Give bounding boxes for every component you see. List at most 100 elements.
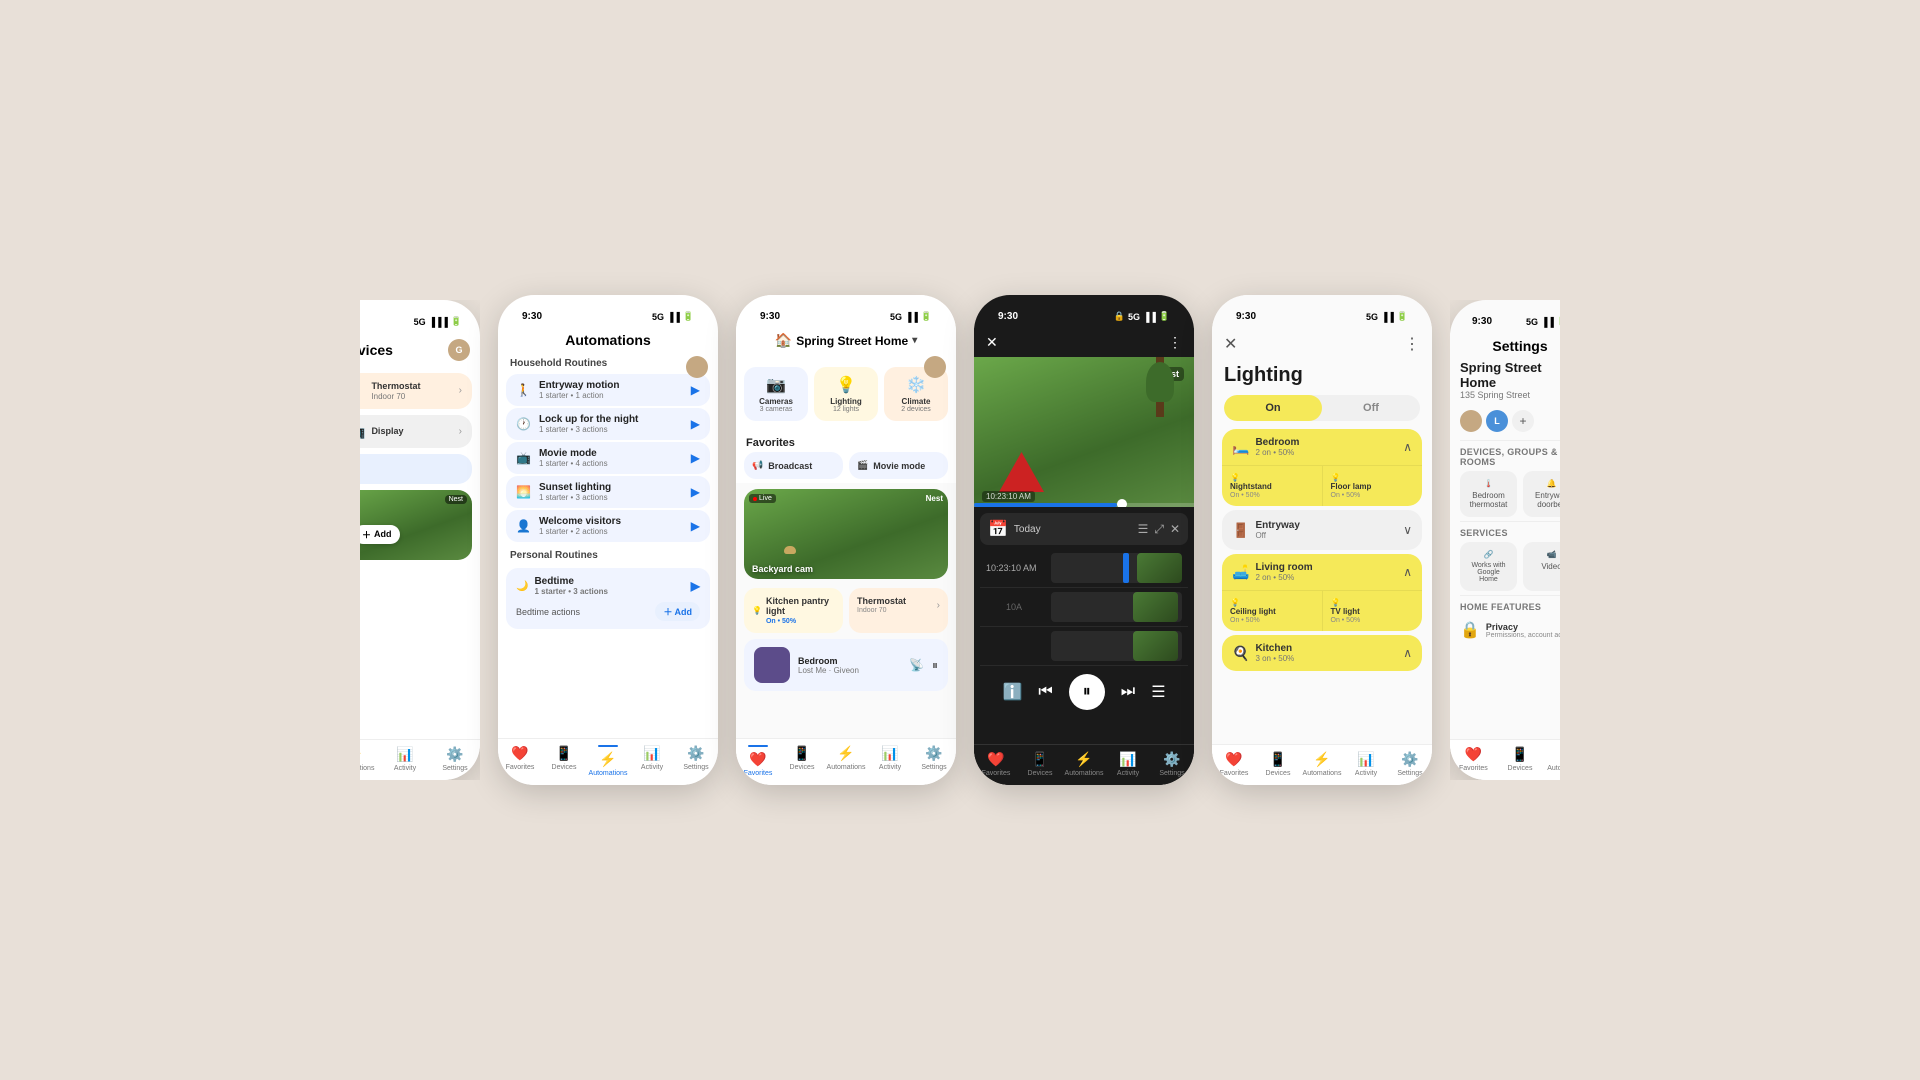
google-home-service[interactable]: 🔗 Works with Google Home [1460, 542, 1517, 591]
nav-settings-1[interactable]: ⚙️ Settings [430, 746, 480, 772]
list-icon[interactable]: ☰ [1138, 522, 1149, 536]
nav-fav-6[interactable]: ❤️ Favorites [1450, 746, 1497, 772]
nav-fav-5[interactable]: ❤️ Favorites [1212, 751, 1256, 777]
routine-movie[interactable]: 📺 Movie mode 1 starter • 4 actions ▶ [506, 442, 710, 474]
bedroom-header[interactable]: 🛏️ Bedroom 2 on • 50% ∧ [1222, 429, 1422, 465]
nav-devices-3[interactable]: 📱 Devices [780, 745, 824, 777]
nav-act-5[interactable]: 📊 Activity [1344, 751, 1388, 777]
floor-lamp-tile[interactable]: 💡 Floor lamp On • 50% [1323, 465, 1423, 506]
playlist-btn[interactable]: ☰ [1151, 682, 1165, 702]
nav-set-4[interactable]: ⚙️ Settings [1150, 751, 1194, 777]
thermostat-card[interactable]: 🌡️ Thermostat Indoor 70 › [338, 373, 472, 409]
bedroom-thermostat-item[interactable]: 🌡️ Bedroom thermostat [1460, 471, 1517, 517]
tv-light-tile[interactable]: 💡 TV light On • 50% [1323, 590, 1423, 631]
pause-icon[interactable]: ⏸ [932, 658, 938, 673]
nav-set-5[interactable]: ⚙️ Settings [1388, 751, 1432, 777]
next-btn[interactable]: ⏭ [1121, 683, 1135, 701]
user-avatar-1[interactable]: G [448, 339, 470, 361]
nav-settings-3[interactable]: ⚙️ Settings [912, 745, 956, 777]
member-avatar-2[interactable]: L [1486, 410, 1508, 432]
nav-fav-4[interactable]: ❤️ Favorites [974, 751, 1018, 777]
nav-activity-2[interactable]: 📊 Activity [630, 745, 674, 777]
nightstand-tile[interactable]: 💡 Nightstand On • 50% [1222, 465, 1323, 506]
kitchen-expand[interactable]: ∧ [1403, 646, 1412, 660]
cameras-chip[interactable]: 📷 Cameras 3 cameras [744, 367, 808, 421]
play-btn-5[interactable]: ▶ [691, 519, 700, 533]
member-avatar-1[interactable] [1460, 410, 1482, 432]
nav-act-4[interactable]: 📊 Activity [1106, 751, 1150, 777]
user-avatar-2[interactable] [686, 356, 708, 378]
play-btn-2[interactable]: ▶ [691, 417, 700, 431]
user-avatar-3[interactable] [924, 356, 946, 378]
off-btn[interactable]: Off [1322, 395, 1420, 421]
timeline-bar[interactable]: 📅 Today ☰ ⤢ ✕ [980, 513, 1188, 545]
entryway-doorbell-item[interactable]: 🔔 Entryway doorbell [1523, 471, 1580, 517]
info-btn[interactable]: ℹ️ [1002, 682, 1022, 702]
broadcast-chip[interactable]: 📢 Broadcast [744, 452, 843, 479]
nav-activity-3[interactable]: 📊 Activity [868, 745, 912, 777]
nav-favorites-2[interactable]: ❤️ Favorites [498, 745, 542, 777]
close-timeline-icon[interactable]: ✕ [1170, 522, 1180, 536]
event-thumb-2[interactable] [1133, 592, 1178, 622]
cast-icon[interactable]: 📡 [909, 658, 924, 673]
dropdown-arrow[interactable]: ▾ [912, 335, 917, 346]
play-btn-bedtime[interactable]: ▶ [691, 579, 700, 593]
kitchen-header[interactable]: 🍳 Kitchen 3 on • 50% ∧ [1222, 635, 1422, 671]
entryway-header[interactable]: 🚪 Entryway Off ∨ [1222, 510, 1422, 550]
nav-auto-5[interactable]: ⚡ Automations [1300, 751, 1344, 777]
nav-dev-4[interactable]: 📱 Devices [1018, 751, 1062, 777]
add-button[interactable]: ＋ Add [354, 525, 400, 544]
movie-chip[interactable]: 🎬 Movie mode [849, 452, 948, 479]
close-btn[interactable]: ✕ [986, 334, 998, 351]
lighting-chip[interactable]: 💡 Lighting 12 lights [814, 367, 878, 421]
nav-auto-6[interactable]: ⚡ Automations [1543, 746, 1590, 772]
living-room-header[interactable]: 🛋️ Living room 2 on • 50% ∧ [1222, 554, 1422, 590]
nav-activity-1[interactable]: 📊 Activity [380, 746, 430, 772]
nav-settings-2[interactable]: ⚙️ Settings [674, 745, 718, 777]
routine-lock[interactable]: 🕐 Lock up for the night 1 starter • 3 ac… [506, 408, 710, 440]
entryway-expand[interactable]: ∨ [1403, 523, 1412, 537]
backyard-cam-card[interactable]: Live Nest Backyard cam [744, 489, 948, 579]
play-btn-3[interactable]: ▶ [691, 451, 700, 465]
play-pause-btn[interactable]: ⏸ [1069, 674, 1105, 710]
home-title[interactable]: Spring Street Home [796, 334, 908, 348]
nav-automations-2[interactable]: ⚡ Automations [586, 745, 630, 777]
music-card[interactable]: Bedroom Lost Me · Giveon 📡 ⏸ [744, 639, 948, 691]
personal-label: Personal Routines [498, 544, 718, 564]
camera-thumb-1[interactable]: Nest ＋ Add [338, 490, 472, 560]
nav-automations-1[interactable]: ⚡ Automations [330, 746, 380, 772]
add-member-btn[interactable]: + [1512, 410, 1534, 432]
lighting-menu[interactable]: ⋮ [1404, 334, 1420, 354]
expand-icon[interactable]: ⤢ [1154, 522, 1164, 537]
event-thumb-3[interactable] [1133, 631, 1178, 661]
living-room-expand[interactable]: ∧ [1403, 565, 1412, 579]
routine-sunset[interactable]: 🌅 Sunset lighting 1 starter • 3 actions … [506, 476, 710, 508]
privacy-item[interactable]: 🔒 Privacy Permissions, account activity [1460, 616, 1580, 644]
extra-card[interactable] [338, 454, 472, 484]
nav-devices-2[interactable]: 📱 Devices [542, 745, 586, 777]
play-btn-4[interactable]: ▶ [691, 485, 700, 499]
prev-btn[interactable]: ⏮ [1038, 683, 1052, 701]
play-btn-1[interactable]: ▶ [691, 383, 700, 397]
on-btn[interactable]: On [1224, 395, 1322, 421]
routine-entryway[interactable]: 🚶 Entryway motion 1 starter • 1 action ▶ [506, 374, 710, 406]
privacy-icon: 🔒 [1460, 620, 1480, 640]
nav-favorites-3[interactable]: ❤️ Favorites [736, 745, 780, 777]
feed-scrubber-bar[interactable] [974, 503, 1194, 507]
nav-dev-5[interactable]: 📱 Devices [1256, 751, 1300, 777]
video-service[interactable]: 📹 Video [1523, 542, 1580, 591]
nav-dev-6[interactable]: 📱 Devices [1497, 746, 1544, 772]
more-btn[interactable]: ⋮ [1168, 334, 1182, 351]
kitchen-light-tile[interactable]: 💡 Kitchen pantry light On • 50% [744, 588, 843, 633]
event-thumb-1[interactable] [1137, 553, 1182, 583]
phone2-content: Automations Household Routines 🚶 Entrywa… [498, 328, 718, 785]
thermostat-tile[interactable]: Thermostat Indoor 70 › [849, 588, 948, 633]
ceiling-light-tile[interactable]: 💡 Ceiling light On • 50% [1222, 590, 1323, 631]
display-card[interactable]: 📺 Display › [338, 415, 472, 448]
lighting-close[interactable]: ✕ [1224, 334, 1237, 354]
bedroom-expand[interactable]: ∧ [1403, 440, 1412, 454]
nav-automations-3[interactable]: ⚡ Automations [824, 745, 868, 777]
nav-auto-4[interactable]: ⚡ Automations [1062, 751, 1106, 777]
routine-welcome[interactable]: 👤 Welcome visitors 1 starter • 2 actions… [506, 510, 710, 542]
bedtime-add-btn[interactable]: ＋ Add [655, 602, 700, 621]
